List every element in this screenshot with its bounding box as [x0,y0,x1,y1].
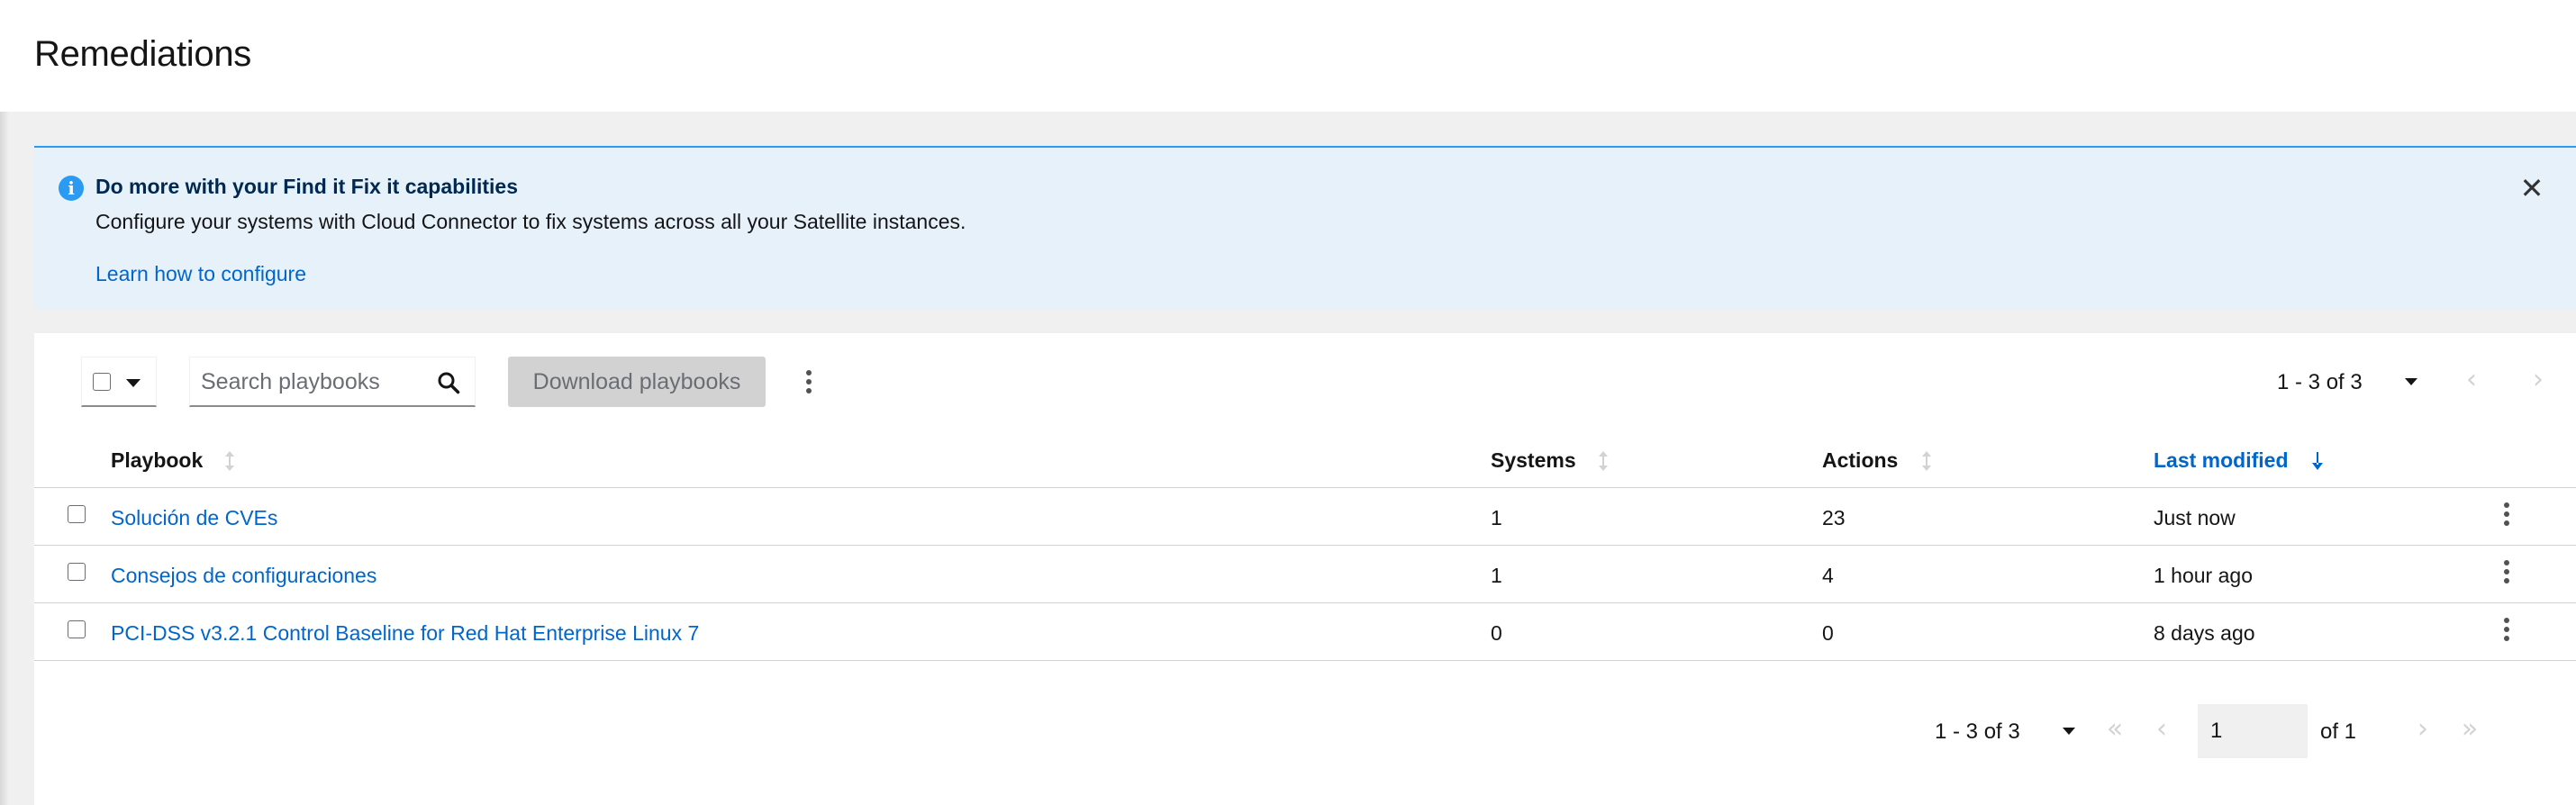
download-playbooks-button[interactable]: Download playbooks [508,357,766,407]
column-header-actions[interactable]: Actions [1822,448,1898,473]
actions-count: 0 [1822,621,1834,645]
page-number-input[interactable] [2210,704,2300,758]
search-input[interactable] [201,357,435,406]
table-row: PCI-DSS v3.2.1 Control Baseline for Red … [34,603,2576,661]
next-page-icon[interactable]: › [2405,706,2441,756]
column-header-playbook[interactable]: Playbook [111,448,203,473]
actions-count: 4 [1822,564,1834,587]
toolbar-kebab-icon[interactable] [798,366,820,397]
nav-shadow [0,0,9,805]
table-row: Consejos de configuraciones 1 4 1 hour a… [34,546,2576,603]
close-icon[interactable]: ✕ [2518,174,2545,203]
table-row: Solución de CVEs 1 23 Just now [34,488,2576,546]
systems-count: 1 [1491,506,1502,529]
actions-count: 23 [1822,506,1846,529]
row-kebab-icon[interactable] [2496,556,2517,587]
caret-down-icon[interactable] [2405,378,2417,385]
bulk-select-checkbox[interactable] [93,373,111,391]
page-number-field[interactable] [2198,704,2308,758]
first-page-icon[interactable]: « [2097,706,2133,756]
total-pages: of 1 [2320,719,2357,744]
playbooks-table: Playbook Systems Actions Last modified S… [34,432,2576,661]
playbooks-card: Download playbooks 1 - 3 of 3 ‹ › Playbo… [34,333,2576,805]
row-checkbox[interactable] [68,563,86,581]
column-header-last-modified[interactable]: Last modified [2154,448,2289,473]
toolbar: Download playbooks 1 - 3 of 3 ‹ › [34,333,2576,432]
caret-down-icon[interactable] [126,379,141,387]
previous-page-icon[interactable]: ‹ [2454,357,2490,407]
sort-icon[interactable] [1597,450,1610,472]
last-modified: 8 days ago [2154,621,2255,645]
last-modified: Just now [2154,506,2236,529]
sort-icon[interactable] [223,450,236,472]
pagination-range: 1 - 3 of 3 [1935,719,2020,744]
column-header-systems[interactable]: Systems [1491,448,1576,473]
last-page-icon[interactable]: » [2452,706,2488,756]
playbook-link[interactable]: Solución de CVEs [111,506,277,530]
pagination-range: 1 - 3 of 3 [2277,370,2363,394]
search-icon[interactable] [437,371,460,394]
row-kebab-icon[interactable] [2496,614,2517,645]
playbook-link[interactable]: Consejos de configuraciones [111,564,376,588]
last-modified: 1 hour ago [2154,564,2253,587]
alert-description: Configure your systems with Cloud Connec… [95,210,966,233]
alert-title: Do more with your Find it Fix it capabil… [95,175,518,198]
row-checkbox[interactable] [68,620,86,638]
bulk-select-dropdown[interactable] [81,357,157,407]
pagination-top: 1 - 3 of 3 ‹ › [2268,357,2556,407]
playbook-link[interactable]: PCI-DSS v3.2.1 Control Baseline for Red … [111,621,699,646]
systems-count: 0 [1491,621,1502,645]
search-field[interactable] [189,357,476,407]
sort-descending-icon[interactable] [2311,450,2324,472]
pagination-bottom: 1 - 3 of 3 « ‹ of 1 › » [1926,704,2574,758]
table-header: Playbook Systems Actions Last modified [34,432,2576,488]
per-page-toggle[interactable]: 1 - 3 of 3 [2268,357,2421,407]
info-icon: i [59,176,84,201]
systems-count: 1 [1491,564,1502,587]
page-header: Remediations [0,0,2576,112]
info-alert: i Do more with your Find it Fix it capab… [34,146,2576,310]
caret-down-icon[interactable] [2063,728,2075,735]
learn-how-to-configure-link[interactable]: Learn how to configure [95,262,306,286]
next-page-icon[interactable]: › [2520,357,2556,407]
row-kebab-icon[interactable] [2496,499,2517,529]
sort-icon[interactable] [1920,450,1933,472]
previous-page-icon[interactable]: ‹ [2144,706,2180,756]
row-checkbox[interactable] [68,505,86,523]
page-title: Remediations [34,34,251,74]
per-page-toggle-bottom[interactable]: 1 - 3 of 3 [1926,706,2079,756]
